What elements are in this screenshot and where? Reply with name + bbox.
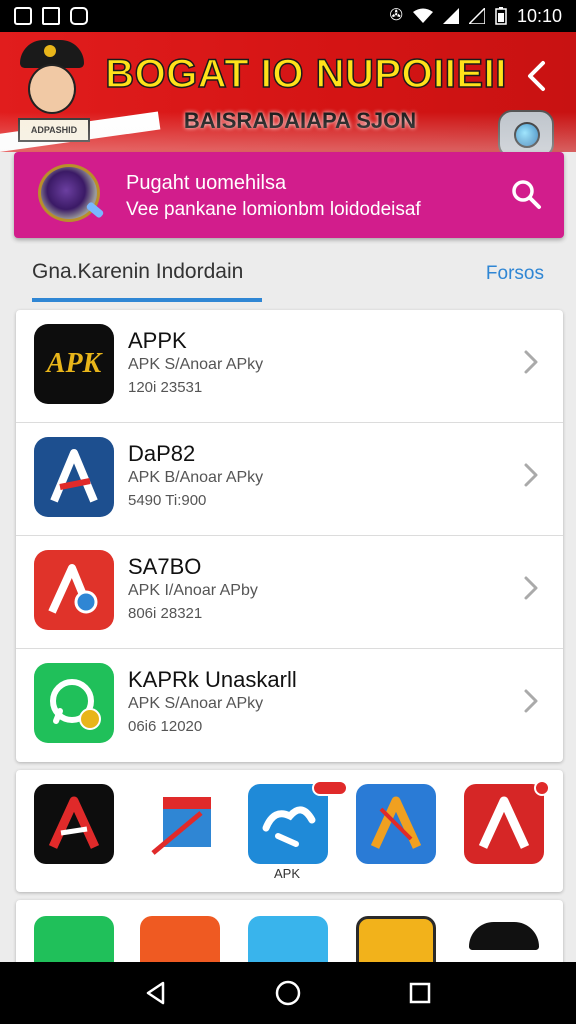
letter-a-icon bbox=[478, 796, 530, 849]
app-list: APK APPK APK S/Anoar APky 120i 23531 DaP… bbox=[16, 310, 563, 762]
nav-recents-button[interactable] bbox=[400, 973, 440, 1013]
tab-link[interactable]: Forsos bbox=[486, 263, 544, 285]
grid-app-flag[interactable] bbox=[142, 784, 222, 864]
home-circle-icon bbox=[275, 980, 301, 1006]
back-button[interactable] bbox=[516, 56, 556, 96]
letter-a-icon bbox=[48, 796, 100, 849]
mascot-illustration: ADPASHID bbox=[14, 40, 90, 148]
back-triangle-icon bbox=[146, 981, 165, 1005]
banner-stripe bbox=[0, 111, 161, 152]
camera-lens bbox=[514, 122, 540, 148]
search-button[interactable] bbox=[508, 176, 544, 212]
mascot-face bbox=[28, 64, 76, 114]
logo-ring bbox=[38, 164, 100, 222]
app-grid: APK bbox=[16, 770, 563, 892]
battery-icon bbox=[495, 7, 507, 25]
signal-icon bbox=[442, 8, 459, 24]
app-meta: 5490 Ti:900 bbox=[128, 492, 207, 509]
chevron-left-icon bbox=[528, 61, 545, 91]
mascot-sign: ADPASHID bbox=[18, 118, 90, 142]
tab-bar: Gna.Karenin Indordain Forsos bbox=[0, 248, 576, 304]
list-item[interactable]: APK APPK APK S/Anoar APky 120i 23531 bbox=[16, 310, 563, 423]
app-name: KAPRk Unaskarll bbox=[128, 667, 297, 692]
camera-icon bbox=[498, 110, 554, 152]
logo-handle bbox=[85, 201, 105, 219]
app-name: APPK bbox=[128, 328, 187, 353]
chevron-right-icon bbox=[524, 576, 538, 600]
grid-app-red-a[interactable] bbox=[464, 784, 544, 864]
photo-icon bbox=[42, 7, 60, 25]
flag-icon bbox=[151, 797, 211, 855]
banner-title: BOGAT IO NUPOIIEII bbox=[104, 51, 507, 97]
status-bar: ✇ 10:10 bbox=[0, 0, 576, 32]
grid-app-blue-cloud[interactable] bbox=[248, 784, 328, 864]
notification-badge bbox=[534, 780, 550, 796]
no-signal-icon bbox=[468, 8, 485, 24]
letter-a-icon bbox=[48, 564, 98, 614]
cloud-swirl-icon bbox=[262, 806, 316, 847]
search-card[interactable]: Pugaht uomehilsa Vee pankane lomionbm lo… bbox=[14, 152, 564, 238]
notification-badge bbox=[312, 780, 348, 796]
app-name: SA7BO bbox=[128, 554, 202, 579]
police-hat-icon bbox=[469, 922, 539, 950]
grid-app-orange-a[interactable] bbox=[356, 784, 436, 864]
wifi-icon bbox=[412, 8, 433, 23]
app-icon bbox=[70, 7, 88, 25]
list-item[interactable]: DaP82 APK B/Anoar APky 5490 Ti:900 bbox=[16, 423, 563, 536]
nav-back-button[interactable] bbox=[136, 973, 176, 1013]
status-right-icons: ✇ 10:10 bbox=[390, 6, 562, 27]
app-grid-row-2 bbox=[16, 900, 563, 970]
app-subtitle: APK S/Anoar APky bbox=[128, 356, 264, 373]
status-time: 10:10 bbox=[516, 5, 562, 26]
header-banner: ADPASHID BOGAT IO NUPOIIEII BAISRADAIAPA… bbox=[0, 32, 576, 152]
status-left-icons bbox=[14, 7, 88, 25]
letter-a-icon bbox=[370, 796, 422, 849]
letter-a-icon bbox=[50, 449, 98, 503]
vibrate-icon: ✇ bbox=[389, 7, 403, 24]
app-meta: 806i 28321 bbox=[128, 605, 203, 622]
grid-app-black-a[interactable] bbox=[34, 784, 114, 864]
notification-icon bbox=[14, 7, 32, 25]
app-meta: 06i6 12020 bbox=[128, 718, 203, 735]
list-item[interactable]: SA7BO APK I/Anoar APby 806i 28321 bbox=[16, 536, 563, 649]
list-item[interactable]: KAPRk Unaskarll APK S/Anoar APky 06i6 12… bbox=[16, 649, 563, 762]
tab-indicator bbox=[32, 298, 262, 302]
system-nav-bar bbox=[0, 962, 576, 1024]
chevron-right-icon bbox=[524, 350, 538, 374]
search-icon bbox=[512, 180, 541, 209]
recents-square-icon bbox=[409, 982, 431, 1004]
chevron-right-icon bbox=[524, 689, 538, 713]
banner-subtitle: BAISRADAIAPA SJON bbox=[183, 108, 417, 133]
app-subtitle: APK I/Anoar APby bbox=[128, 582, 258, 599]
app-name: DaP82 bbox=[128, 441, 196, 466]
app-meta: 120i 23531 bbox=[128, 379, 203, 396]
app-icon-gold-apk: APK bbox=[34, 324, 114, 404]
app-icon-text: APK bbox=[46, 348, 102, 379]
chevron-right-icon bbox=[524, 463, 538, 487]
grid-app-label: APK bbox=[273, 866, 300, 881]
tab-active[interactable]: Gna.Karenin Indordain bbox=[32, 260, 243, 284]
app-icon-blue-a bbox=[34, 437, 114, 517]
app-icon-green-chat bbox=[34, 663, 114, 743]
chat-bubble-icon bbox=[50, 679, 101, 730]
search-title: Pugaht uomehilsa bbox=[126, 172, 287, 194]
hat-badge-icon bbox=[44, 45, 56, 57]
magnifier-logo-icon bbox=[34, 162, 108, 226]
app-icon-red-a bbox=[34, 550, 114, 630]
nav-home-button[interactable] bbox=[268, 973, 308, 1013]
search-subtitle: Vee pankane lomionbm loidodeisaf bbox=[126, 199, 421, 220]
app-subtitle: APK B/Anoar APky bbox=[128, 469, 264, 486]
app-subtitle: APK S/Anoar APky bbox=[128, 695, 264, 712]
